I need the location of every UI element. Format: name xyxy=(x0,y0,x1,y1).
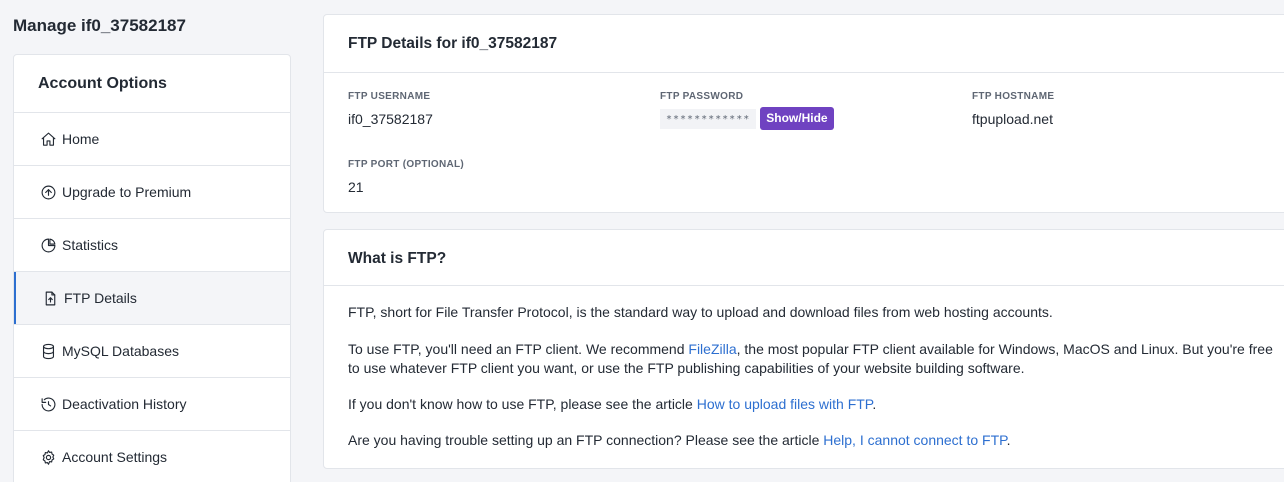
sidebar-item-ftp-details[interactable]: FTP Details xyxy=(14,272,290,325)
ftp-username-field: FTP USERNAME if0_37582187 xyxy=(348,91,433,127)
database-icon xyxy=(39,342,57,360)
ftp-howto-paragraph: If you don't know how to use FTP, please… xyxy=(348,396,877,412)
sidebar-item-upgrade[interactable]: Upgrade to Premium xyxy=(14,166,290,219)
sidebar-item-account-settings[interactable]: Account Settings xyxy=(14,431,290,482)
ftp-username-label: FTP USERNAME xyxy=(348,91,431,102)
upload-files-article-link[interactable]: How to upload files with FTP xyxy=(697,396,873,412)
sidebar-item-label: FTP Details xyxy=(64,290,137,306)
history-icon xyxy=(39,395,57,413)
sidebar-item-label: Account Settings xyxy=(62,449,168,465)
sidebar-item-deactivation-history[interactable]: Deactivation History xyxy=(14,378,290,431)
ftp-details-title: FTP Details for if0_37582187 xyxy=(324,15,1284,73)
ftp-hostname-field: FTP HOSTNAME ftpupload.net xyxy=(972,91,1054,127)
show-hide-password-button[interactable]: Show/Hide xyxy=(760,107,834,130)
pie-chart-icon xyxy=(39,236,57,254)
ftp-password-mask: ************ xyxy=(660,108,757,129)
ftp-password-field: FTP PASSWORD ************ Show/Hide xyxy=(660,91,834,130)
sidebar-item-mysql-databases[interactable]: MySQL Databases xyxy=(14,325,290,378)
page-title: Manage if0_37582187 xyxy=(13,16,186,35)
cannot-connect-article-link[interactable]: Help, I cannot connect to FTP xyxy=(823,432,1006,448)
ftp-trouble-paragraph: Are you having trouble setting up an FTP… xyxy=(348,432,1011,448)
filezilla-link[interactable]: FileZilla xyxy=(688,341,736,357)
sidebar-item-statistics[interactable]: Statistics xyxy=(14,219,290,272)
file-upload-icon xyxy=(41,289,59,307)
ftp-details-card: FTP Details for if0_37582187 FTP USERNAM… xyxy=(323,14,1284,213)
ftp-hostname-label: FTP HOSTNAME xyxy=(972,91,1055,102)
ftp-client-paragraph: To use FTP, you'll need an FTP client. W… xyxy=(348,341,1273,376)
ftp-username-value: if0_37582187 xyxy=(348,111,433,127)
ftp-port-field: FTP PORT (OPTIONAL) 21 xyxy=(348,159,464,195)
gear-icon xyxy=(39,448,57,466)
sidebar-item-label: Home xyxy=(62,131,100,147)
sidebar-item-label: Upgrade to Premium xyxy=(62,184,192,200)
arrow-up-circle-icon xyxy=(39,183,57,201)
sidebar-title: Account Options xyxy=(14,55,290,113)
ftp-port-value: 21 xyxy=(348,179,364,195)
ftp-password-label: FTP PASSWORD xyxy=(660,91,744,102)
ftp-intro-paragraph: FTP, short for File Transfer Protocol, i… xyxy=(348,304,1053,320)
what-is-ftp-title: What is FTP? xyxy=(324,230,1284,286)
account-options-sidebar: Account Options Home Upgrade to Premium … xyxy=(13,54,291,482)
ftp-port-label: FTP PORT (OPTIONAL) xyxy=(348,159,465,170)
sidebar-item-label: MySQL Databases xyxy=(62,343,179,359)
sidebar-item-home[interactable]: Home xyxy=(14,113,290,166)
sidebar-item-label: Deactivation History xyxy=(62,396,187,412)
ftp-hostname-value: ftpupload.net xyxy=(972,111,1053,127)
what-is-ftp-card: What is FTP? FTP, short for File Transfe… xyxy=(323,229,1284,469)
sidebar-item-label: Statistics xyxy=(62,237,119,253)
home-icon xyxy=(39,130,57,148)
